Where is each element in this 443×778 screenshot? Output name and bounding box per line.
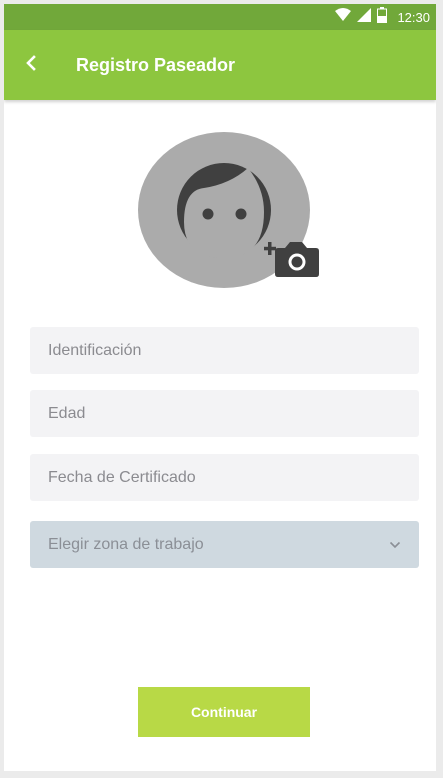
signal-icon — [357, 7, 372, 27]
continue-button[interactable]: Continuar — [138, 687, 310, 737]
status-time: 12:30 — [397, 9, 430, 25]
add-photo-button[interactable] — [263, 236, 320, 278]
chevron-down-icon — [389, 536, 401, 554]
age-input[interactable] — [48, 390, 419, 437]
wifi-icon — [335, 7, 352, 27]
certificate-date-field[interactable] — [30, 454, 419, 501]
work-zone-select-label: Elegir zona de trabajo — [48, 535, 204, 553]
certificate-date-input[interactable] — [48, 454, 419, 501]
app-bar: Registro Paseador — [4, 30, 436, 100]
identification-input[interactable] — [48, 327, 419, 374]
page-title: Registro Paseador — [76, 55, 236, 75]
status-bar: 12:30 — [4, 4, 436, 30]
age-field[interactable] — [30, 390, 419, 437]
chevron-left-icon — [24, 54, 38, 76]
app-screen: 12:30 Registro Paseador Identificación E… — [4, 4, 436, 771]
identification-field[interactable] — [30, 327, 419, 374]
add-photo-camera-icon — [263, 242, 320, 282]
back-button[interactable] — [12, 46, 50, 84]
continue-button-label: Continuar — [190, 704, 258, 720]
battery-icon — [377, 6, 388, 28]
work-zone-select[interactable]: Elegir zona de trabajo — [30, 521, 419, 568]
status-icons: 12:30 — [335, 4, 430, 30]
